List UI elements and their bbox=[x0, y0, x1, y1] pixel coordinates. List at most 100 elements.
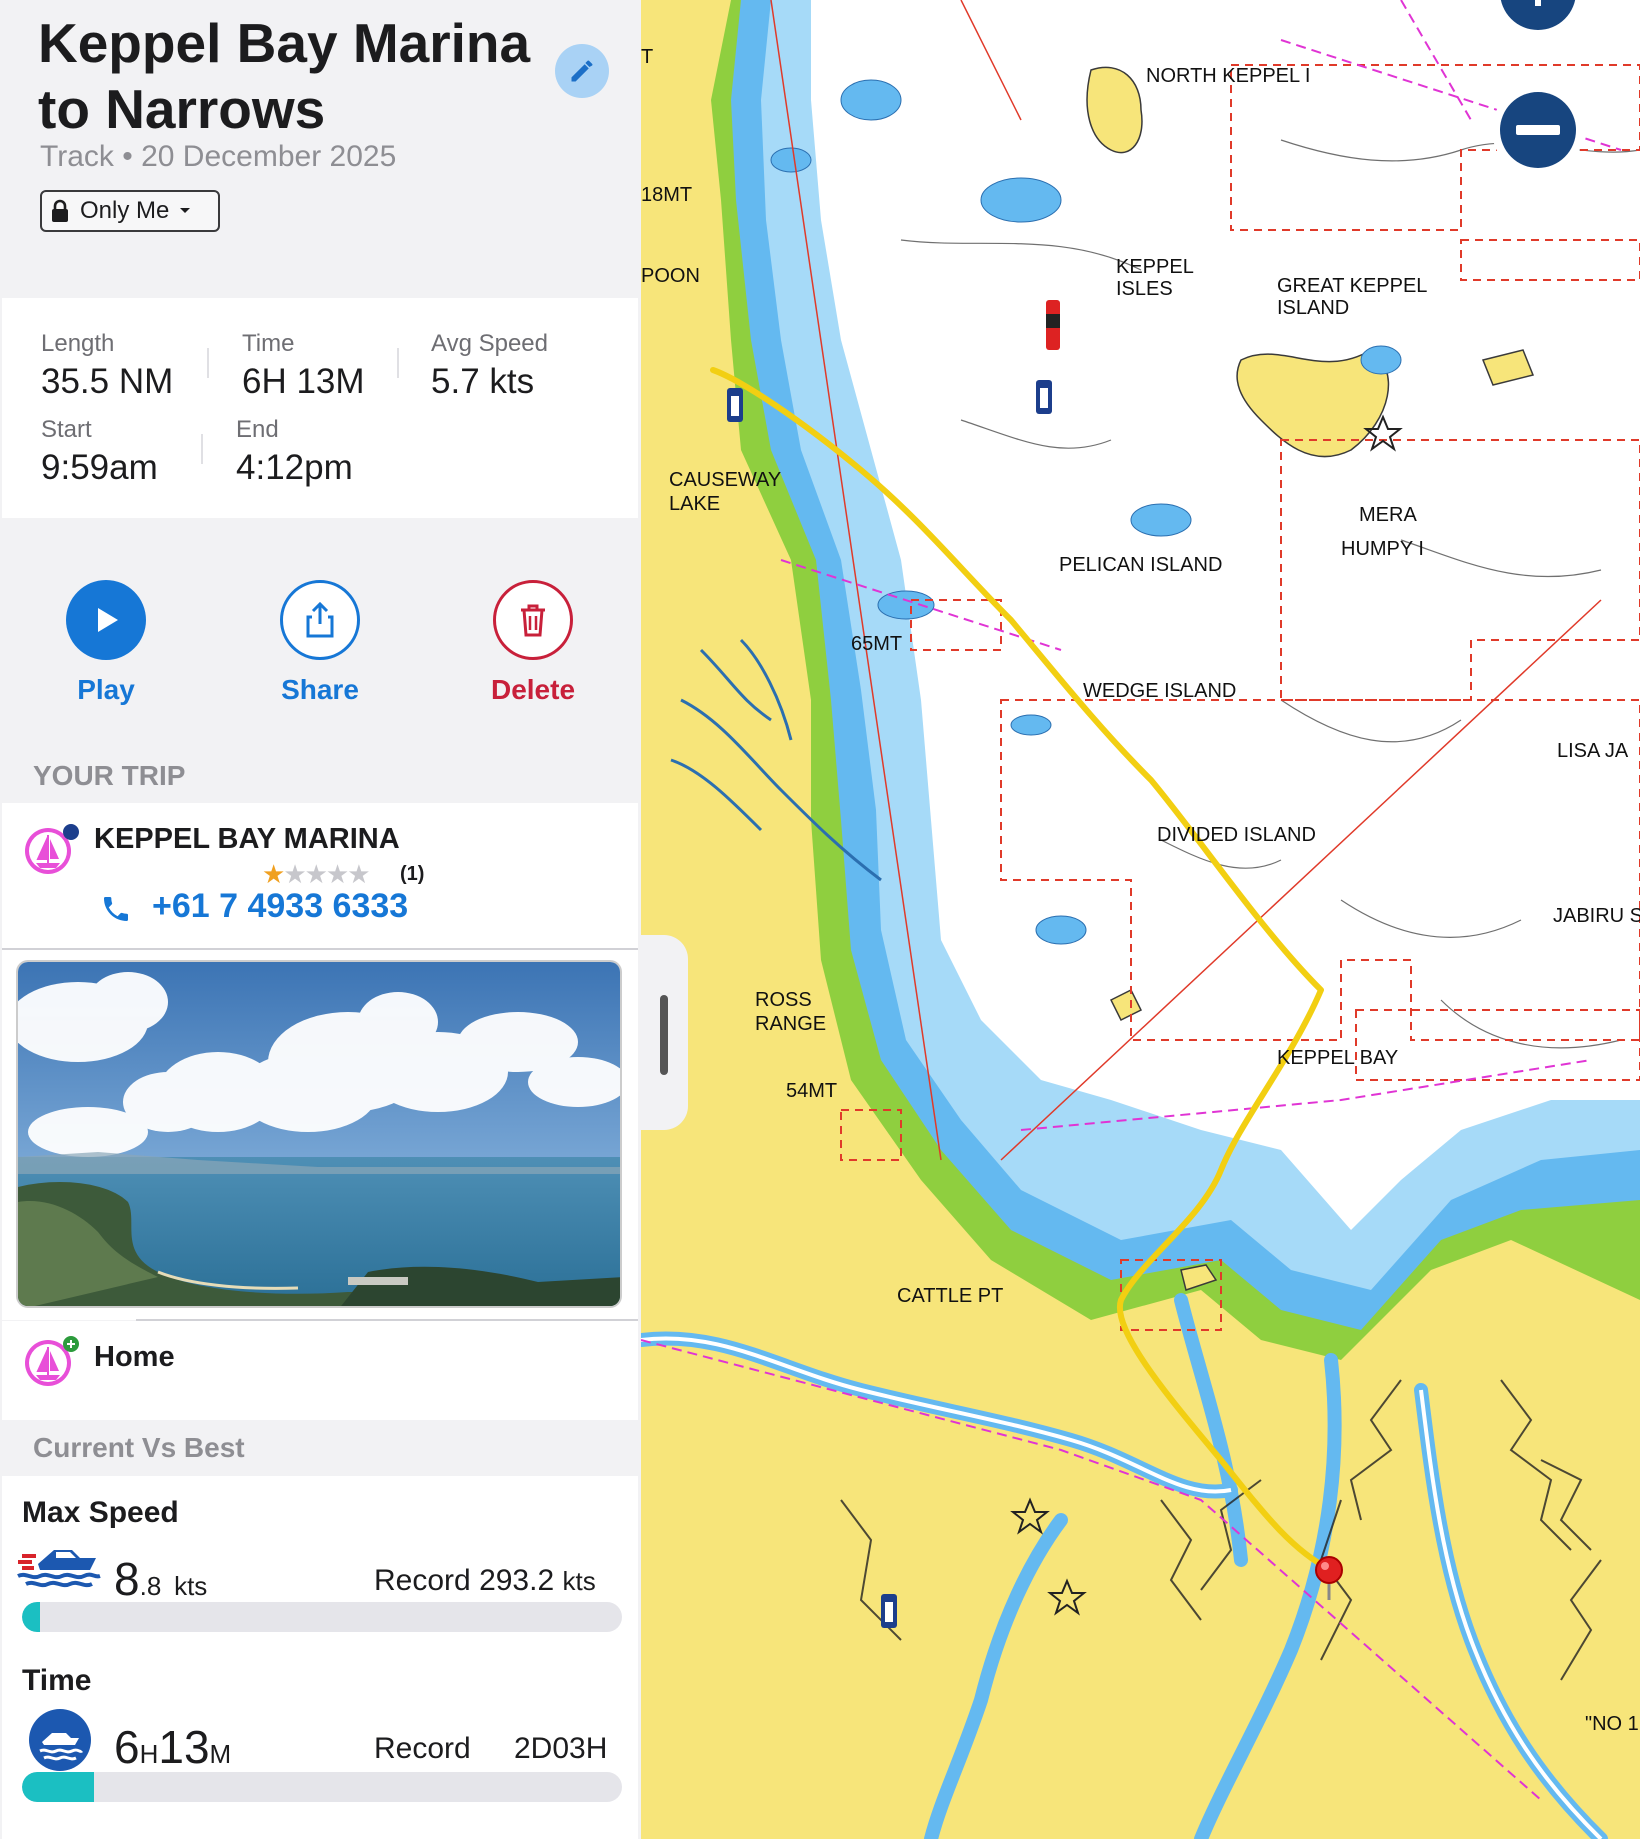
map-label-poon: POON bbox=[641, 265, 700, 287]
time-value: 6H 13M bbox=[242, 362, 365, 401]
track-header: Keppel Bay Marina to Narrows Track • 20 … bbox=[0, 0, 640, 295]
map-label-wedge: WEDGE ISLAND bbox=[1083, 680, 1236, 702]
marina-photo[interactable] bbox=[16, 960, 622, 1308]
avg-speed-stat: Avg Speed 5.7 kts bbox=[431, 330, 548, 402]
compare-card: Max Speed 8.8 kts Record 293.2 kts Time … bbox=[2, 1476, 638, 1839]
chart-labels: NORTH KEPPEL I KEPPEL ISLES GREAT KEPPEL I… bbox=[641, 46, 1640, 1735]
photo-image bbox=[18, 962, 620, 1306]
max-speed-value: 8.8 kts bbox=[114, 1552, 207, 1606]
length-label: Length bbox=[41, 330, 115, 357]
zoom-in-circle bbox=[1500, 0, 1576, 30]
share-label: Share bbox=[281, 674, 359, 705]
divider bbox=[207, 348, 209, 378]
phone-icon bbox=[104, 897, 128, 921]
speed-boat-icon bbox=[17, 1550, 101, 1588]
track-type: Track bbox=[40, 140, 114, 173]
time-minutes: 13 bbox=[158, 1721, 210, 1773]
track-title: Keppel Bay Marina to Narrows bbox=[38, 12, 531, 140]
map-label-causeway-line: LAKE bbox=[669, 493, 720, 515]
time-value: 6H13M bbox=[114, 1720, 231, 1774]
edit-button[interactable] bbox=[555, 44, 609, 98]
play-button[interactable]: Play bbox=[46, 580, 166, 706]
end-stat: End 4:12pm bbox=[236, 416, 353, 488]
privacy-dropdown[interactable]: Only Me bbox=[40, 190, 220, 232]
plus-icon bbox=[1535, 0, 1541, 6]
map-label-divided: DIVIDED ISLAND bbox=[1157, 824, 1316, 846]
record-label: Record bbox=[374, 1564, 471, 1597]
map-label-ross-line: RANGE bbox=[755, 1013, 826, 1035]
time-record-label: Record bbox=[374, 1732, 471, 1765]
zoom-out-button[interactable] bbox=[1492, 84, 1584, 176]
poi-name: KEPPEL BAY MARINA bbox=[94, 823, 400, 855]
delete-label: Delete bbox=[490, 674, 576, 705]
avg-speed-label: Avg Speed bbox=[431, 330, 548, 357]
caret-down-icon bbox=[180, 208, 191, 213]
delete-button[interactable]: Delete bbox=[473, 580, 593, 706]
phone-link[interactable]: +61 7 4933 6333 bbox=[152, 887, 408, 926]
rating-count: (1) bbox=[400, 863, 425, 885]
max-speed-record-unit: kts bbox=[562, 1566, 596, 1596]
max-speed-unit: kts bbox=[174, 1571, 208, 1601]
panel-resize-handle[interactable] bbox=[640, 935, 688, 1130]
lock-icon bbox=[52, 199, 68, 222]
time-minutes-unit: M bbox=[209, 1739, 232, 1769]
time-progress bbox=[22, 1772, 622, 1802]
start-stat: Start 9:59am bbox=[41, 416, 158, 488]
start-value: 9:59am bbox=[41, 448, 158, 487]
map-label-pelican: PELICAN ISLAND bbox=[1059, 554, 1222, 576]
map-label-ross: ROSS RANGE bbox=[755, 989, 826, 1035]
map-label-keppel-isles: KEPPEL ISLES bbox=[1116, 256, 1194, 300]
poi-card[interactable]: KEPPEL BAY MARINA ★★★★★ (1) +61 7 4933 6… bbox=[2, 803, 638, 948]
map-label-65mt: 65MT bbox=[851, 633, 902, 655]
map-label-great-keppel: GREAT KEPPEL ISLAND bbox=[1277, 275, 1427, 319]
divider bbox=[201, 434, 203, 464]
map-label-keppel-bay: KEPPEL BAY bbox=[1277, 1047, 1398, 1069]
share-circle bbox=[280, 580, 360, 660]
track-detail-panel: Keppel Bay Marina to Narrows Track • 20 … bbox=[0, 0, 640, 1839]
map-label-humpy: HUMPY I bbox=[1341, 538, 1424, 560]
marina-icon bbox=[25, 824, 79, 874]
time-hours: 6 bbox=[114, 1721, 140, 1773]
map-label-mera: MERA bbox=[1359, 504, 1417, 526]
play-label: Play bbox=[77, 674, 135, 705]
map-label-lisa: LISA JA bbox=[1557, 740, 1629, 762]
share-button[interactable]: Share bbox=[260, 580, 380, 706]
map-label-54mt: 54MT bbox=[786, 1080, 837, 1102]
start-label: Start bbox=[41, 416, 92, 443]
max-speed-dec: .8 bbox=[139, 1571, 162, 1601]
map-label-no: "NO 1 bbox=[1585, 1713, 1639, 1735]
time-progress-fill bbox=[22, 1772, 94, 1802]
pencil-icon bbox=[571, 60, 593, 82]
nautical-chart-map[interactable]: NORTH KEPPEL I KEPPEL ISLES GREAT KEPPEL I… bbox=[641, 0, 1640, 1839]
subtitle-separator: • bbox=[122, 140, 133, 173]
track-stats: Length 35.5 NM Time 6H 13M Avg Speed 5.7… bbox=[2, 298, 638, 518]
map-label-keppel-isles-line: KEPPEL bbox=[1116, 256, 1194, 278]
avg-speed-value: 5.7 kts bbox=[431, 362, 535, 401]
max-speed-progress-fill bbox=[22, 1602, 40, 1632]
current-vs-best-heading: Current Vs Best bbox=[33, 1432, 245, 1463]
time-stat: Time 6H 13M bbox=[242, 330, 365, 402]
zoom-out-circle bbox=[1500, 92, 1576, 168]
track-date: 20 December 2025 bbox=[141, 140, 397, 173]
map-label-18mt: 18MT bbox=[641, 184, 692, 206]
home-item[interactable]: Home bbox=[2, 1321, 638, 1420]
map-label-jabiru: JABIRU S bbox=[1553, 905, 1640, 927]
map-label-causeway-line: CAUSEWAY bbox=[669, 469, 781, 491]
map-label-ross-line: ROSS bbox=[755, 989, 812, 1011]
rating-stars: ★★★★★ bbox=[262, 859, 371, 890]
your-trip-heading: YOUR TRIP bbox=[33, 760, 186, 791]
star-filled-icon: ★ bbox=[262, 859, 285, 889]
time-label: Time bbox=[242, 330, 295, 357]
divider bbox=[397, 348, 399, 378]
share-icon bbox=[306, 601, 334, 638]
map-label-great-keppel-line: ISLAND bbox=[1277, 297, 1349, 319]
end-value: 4:12pm bbox=[236, 448, 353, 487]
length-stat: Length 35.5 NM bbox=[41, 330, 173, 402]
play-circle bbox=[66, 580, 146, 660]
length-value: 35.5 NM bbox=[41, 362, 174, 401]
map-label-keppel-isles-line: ISLES bbox=[1116, 278, 1173, 300]
action-bar: Play Share Delete bbox=[0, 580, 640, 710]
max-speed-record-value: 293.2 bbox=[479, 1564, 555, 1597]
map-label-causeway: CAUSEWAY LAKE bbox=[669, 469, 781, 515]
play-icon bbox=[98, 608, 118, 632]
